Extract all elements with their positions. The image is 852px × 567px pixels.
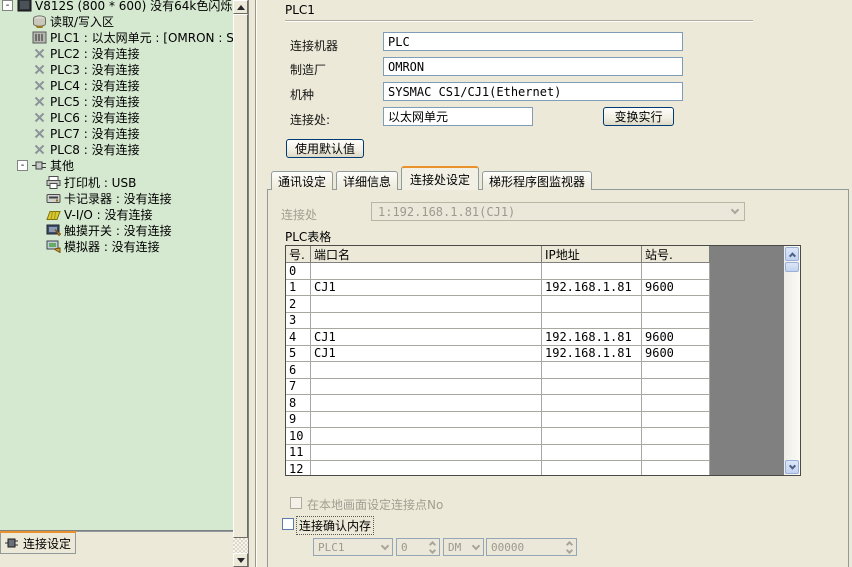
tree-item-plc8[interactable]: PLC8 : 没有连接 <box>0 142 233 158</box>
collapse-minus-icon[interactable]: - <box>17 160 28 171</box>
scroll-up-button[interactable] <box>233 0 248 14</box>
tree-item-label: 卡记录器 : 没有连接 <box>61 190 172 207</box>
tree-item-touch-switch[interactable]: 触摸开关 : 没有连接 <box>0 222 233 238</box>
tree-item-label: 模拟器 : 没有连接 <box>61 238 160 255</box>
tree-item-vio[interactable]: V-I/O : 没有连接 <box>0 206 233 222</box>
read-write-area-icon <box>31 15 47 28</box>
arrow-up-icon <box>237 5 245 10</box>
tree-item-label: V-I/O : 没有连接 <box>61 206 153 223</box>
tree-item-plc2[interactable]: PLC2 : 没有连接 <box>0 45 233 61</box>
use-defaults-button[interactable]: 使用默认值 <box>286 139 364 158</box>
tree-item-label: 触摸开关 : 没有连接 <box>61 222 172 239</box>
simulator-icon <box>45 240 61 253</box>
tree-item-label: PLC3 : 没有连接 <box>47 61 140 78</box>
no-connection-x-icon <box>31 63 47 76</box>
tree-item-label: PLC6 : 没有连接 <box>47 109 140 126</box>
no-connection-x-icon <box>31 47 47 60</box>
tab-page-frame <box>267 189 849 567</box>
panel-splitter[interactable] <box>248 0 258 567</box>
tree-item-label: PLC4 : 没有连接 <box>47 77 140 94</box>
splitter-highlight <box>256 0 257 567</box>
no-connection-x-icon <box>31 79 47 92</box>
tree-item-plc7[interactable]: PLC7 : 没有连接 <box>0 126 233 142</box>
device-input[interactable] <box>383 32 683 51</box>
tab-ladder-monitor[interactable]: 梯形程序图监视器 <box>482 171 592 190</box>
no-connection-x-icon <box>31 143 47 156</box>
scrollbar-thumb[interactable] <box>233 14 248 538</box>
page-title: PLC1 <box>285 3 315 17</box>
plc-rack-icon <box>31 31 47 44</box>
tree-item-label: V812S (800 * 600) 没有64k色闪烁 <box>32 0 232 14</box>
tree-item-plc5[interactable]: PLC5 : 没有连接 <box>0 94 233 110</box>
tabbar-top-line <box>76 531 233 532</box>
tree-item-label: PLC5 : 没有连接 <box>47 93 140 110</box>
tab-detail-info[interactable]: 详细信息 <box>336 171 398 190</box>
connection-settings-icon <box>4 537 20 550</box>
tab-communication-settings[interactable]: 通讯设定 <box>271 171 333 190</box>
field-label-model: 机种 <box>290 86 314 103</box>
scroll-down-button[interactable] <box>233 553 248 567</box>
card-recorder-icon <box>45 192 61 205</box>
tree-item-printer[interactable]: 打印机 : USB <box>0 174 233 190</box>
model-input[interactable] <box>383 82 683 101</box>
tree-item-label: PLC2 : 没有连接 <box>47 45 140 62</box>
collapse-minus-icon[interactable]: - <box>2 0 13 11</box>
tree-item-simulator[interactable]: 模拟器 : 没有连接 <box>0 238 233 254</box>
printer-icon <box>45 176 61 189</box>
tree-item-plc1[interactable]: PLC1 : 以太网单元 : [OMRON : S <box>0 29 233 45</box>
connector-icon <box>31 159 47 172</box>
tab-label: 连接设定 <box>20 535 71 552</box>
tab-target-settings[interactable]: 连接处设定 <box>401 166 479 190</box>
arrow-down-icon <box>237 558 245 563</box>
tab-connection-settings[interactable]: 连接设定 <box>0 533 76 554</box>
hmi-monitor-icon <box>16 0 32 12</box>
tree-scrollbar[interactable] <box>233 0 248 567</box>
no-connection-x-icon <box>31 111 47 124</box>
convert-execute-button[interactable]: 变换实行 <box>603 107 674 126</box>
tree-item-label: PLC7 : 没有连接 <box>47 125 140 142</box>
tree-item-plc6[interactable]: PLC6 : 没有连接 <box>0 110 233 126</box>
tree-item-label: 打印机 : USB <box>61 174 136 191</box>
tree-item-label: PLC1 : 以太网单元 : [OMRON : S <box>47 29 233 46</box>
field-label-manufacturer: 制造厂 <box>290 61 326 78</box>
title-separator <box>285 20 753 22</box>
tree-item-v812s[interactable]: - V812S (800 * 600) 没有64k色闪烁 <box>0 0 233 13</box>
tree-item-other[interactable]: - 其他 <box>0 158 233 174</box>
tree-item-label: 其他 <box>47 157 74 174</box>
tree-item-read-write-area[interactable]: 读取/写入区 <box>0 13 233 29</box>
tree-item-card-recorder[interactable]: 卡记录器 : 没有连接 <box>0 190 233 206</box>
app-window: - V812S (800 * 600) 没有64k色闪烁 读取/写入区 PLC1… <box>0 0 852 567</box>
field-label-device: 连接机器 <box>290 37 338 54</box>
tree-item-label: 读取/写入区 <box>47 13 114 30</box>
manufacturer-input[interactable] <box>383 57 683 76</box>
tree-item-label: PLC8 : 没有连接 <box>47 141 140 158</box>
touch-switch-icon <box>45 224 61 237</box>
tree-item-plc3[interactable]: PLC3 : 没有连接 <box>0 61 233 77</box>
no-connection-x-icon <box>31 127 47 140</box>
target-input[interactable] <box>383 107 533 126</box>
no-connection-x-icon <box>31 95 47 108</box>
vio-icon <box>45 208 61 221</box>
tree-item-plc4[interactable]: PLC4 : 没有连接 <box>0 77 233 93</box>
settings-tabstrip: 通讯设定 详细信息 连接处设定 梯形程序图监视器 <box>271 165 592 190</box>
field-label-target: 连接处: <box>290 111 330 128</box>
project-tree-panel: - V812S (800 * 600) 没有64k色闪烁 读取/写入区 PLC1… <box>0 0 233 531</box>
